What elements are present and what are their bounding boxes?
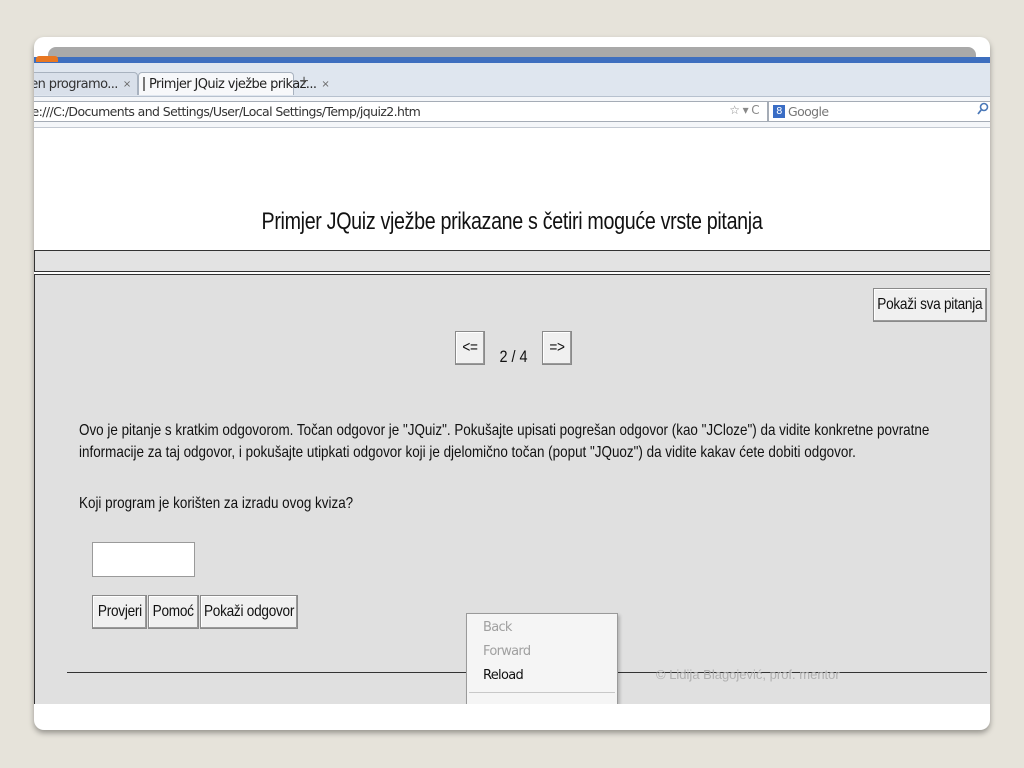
url-bar[interactable]: file:///C:/Documents and Settings/User/L… [34, 101, 768, 122]
show-answer-button[interactable]: Pokaži odgovor [200, 595, 298, 629]
button-label: Pokaži sva pitanja [877, 296, 983, 313]
context-menu-forward[interactable]: Forward [483, 644, 531, 659]
url-text: file:///C:/Documents and Settings/User/L… [34, 104, 421, 119]
show-all-questions-button[interactable]: Pokaži sva pitanja [873, 288, 987, 322]
check-button[interactable]: Provjeri [92, 595, 147, 629]
context-menu-separator [469, 692, 615, 693]
button-label: Provjeri [97, 603, 142, 620]
tab-label: Primjer JQuiz vježbe prikaz... [149, 76, 317, 92]
context-menu-reload[interactable]: Reload [483, 668, 524, 683]
page-title: Primjer JQuiz vježbe prikazane s četiri … [261, 208, 763, 235]
tab-label: ravljen programo... [34, 76, 118, 92]
search-icon[interactable] [977, 102, 989, 120]
slide-credit: © Lidija Blagojević, prof. mentor [656, 667, 840, 682]
context-menu: Back Forward Reload [466, 613, 618, 704]
hint-button[interactable]: Pomoć [148, 595, 199, 629]
question-counter: 2 / 4 [499, 347, 528, 366]
browser-tab-2[interactable]: Primjer JQuiz vježbe prikaz... × [138, 72, 330, 95]
question-text: Koji program je korišten za izradu ovog … [79, 495, 354, 512]
button-label: => [549, 339, 565, 356]
search-input[interactable]: 8 Google [768, 101, 990, 122]
browser-tab-1[interactable]: ravljen programo... × [34, 72, 138, 95]
button-label: Pokaži odgovor [203, 603, 295, 620]
button-label: Pomoć [152, 603, 195, 620]
page-icon [143, 77, 145, 91]
next-question-button[interactable]: => [542, 331, 572, 365]
browser-tab-bar: ravljen programo... × Primjer JQuiz vjež… [34, 63, 990, 97]
close-icon[interactable]: × [321, 79, 329, 90]
bookmark-reload-controls[interactable]: ☆ ▾ C [729, 103, 759, 117]
frame-orange-tab [36, 56, 58, 62]
search-engine-icon[interactable]: 8 [773, 105, 785, 118]
browser-screenshot: ravljen programo... × Primjer JQuiz vjež… [34, 63, 990, 704]
answer-input[interactable] [92, 542, 195, 577]
search-placeholder: Google [788, 104, 829, 119]
new-tab-button[interactable]: + [296, 73, 312, 93]
button-label: <= [462, 339, 478, 356]
prev-question-button[interactable]: <= [455, 331, 485, 365]
slide-frame: ravljen programo... × Primjer JQuiz vjež… [34, 37, 990, 730]
close-icon[interactable]: × [123, 79, 131, 90]
browser-nav-bar: file:///C:/Documents and Settings/User/L… [34, 97, 990, 128]
context-menu-back[interactable]: Back [483, 620, 512, 635]
title-divider-strip [34, 250, 990, 272]
question-instructions: Ovo je pitanje s kratkim odgovorom. Toča… [79, 422, 930, 461]
